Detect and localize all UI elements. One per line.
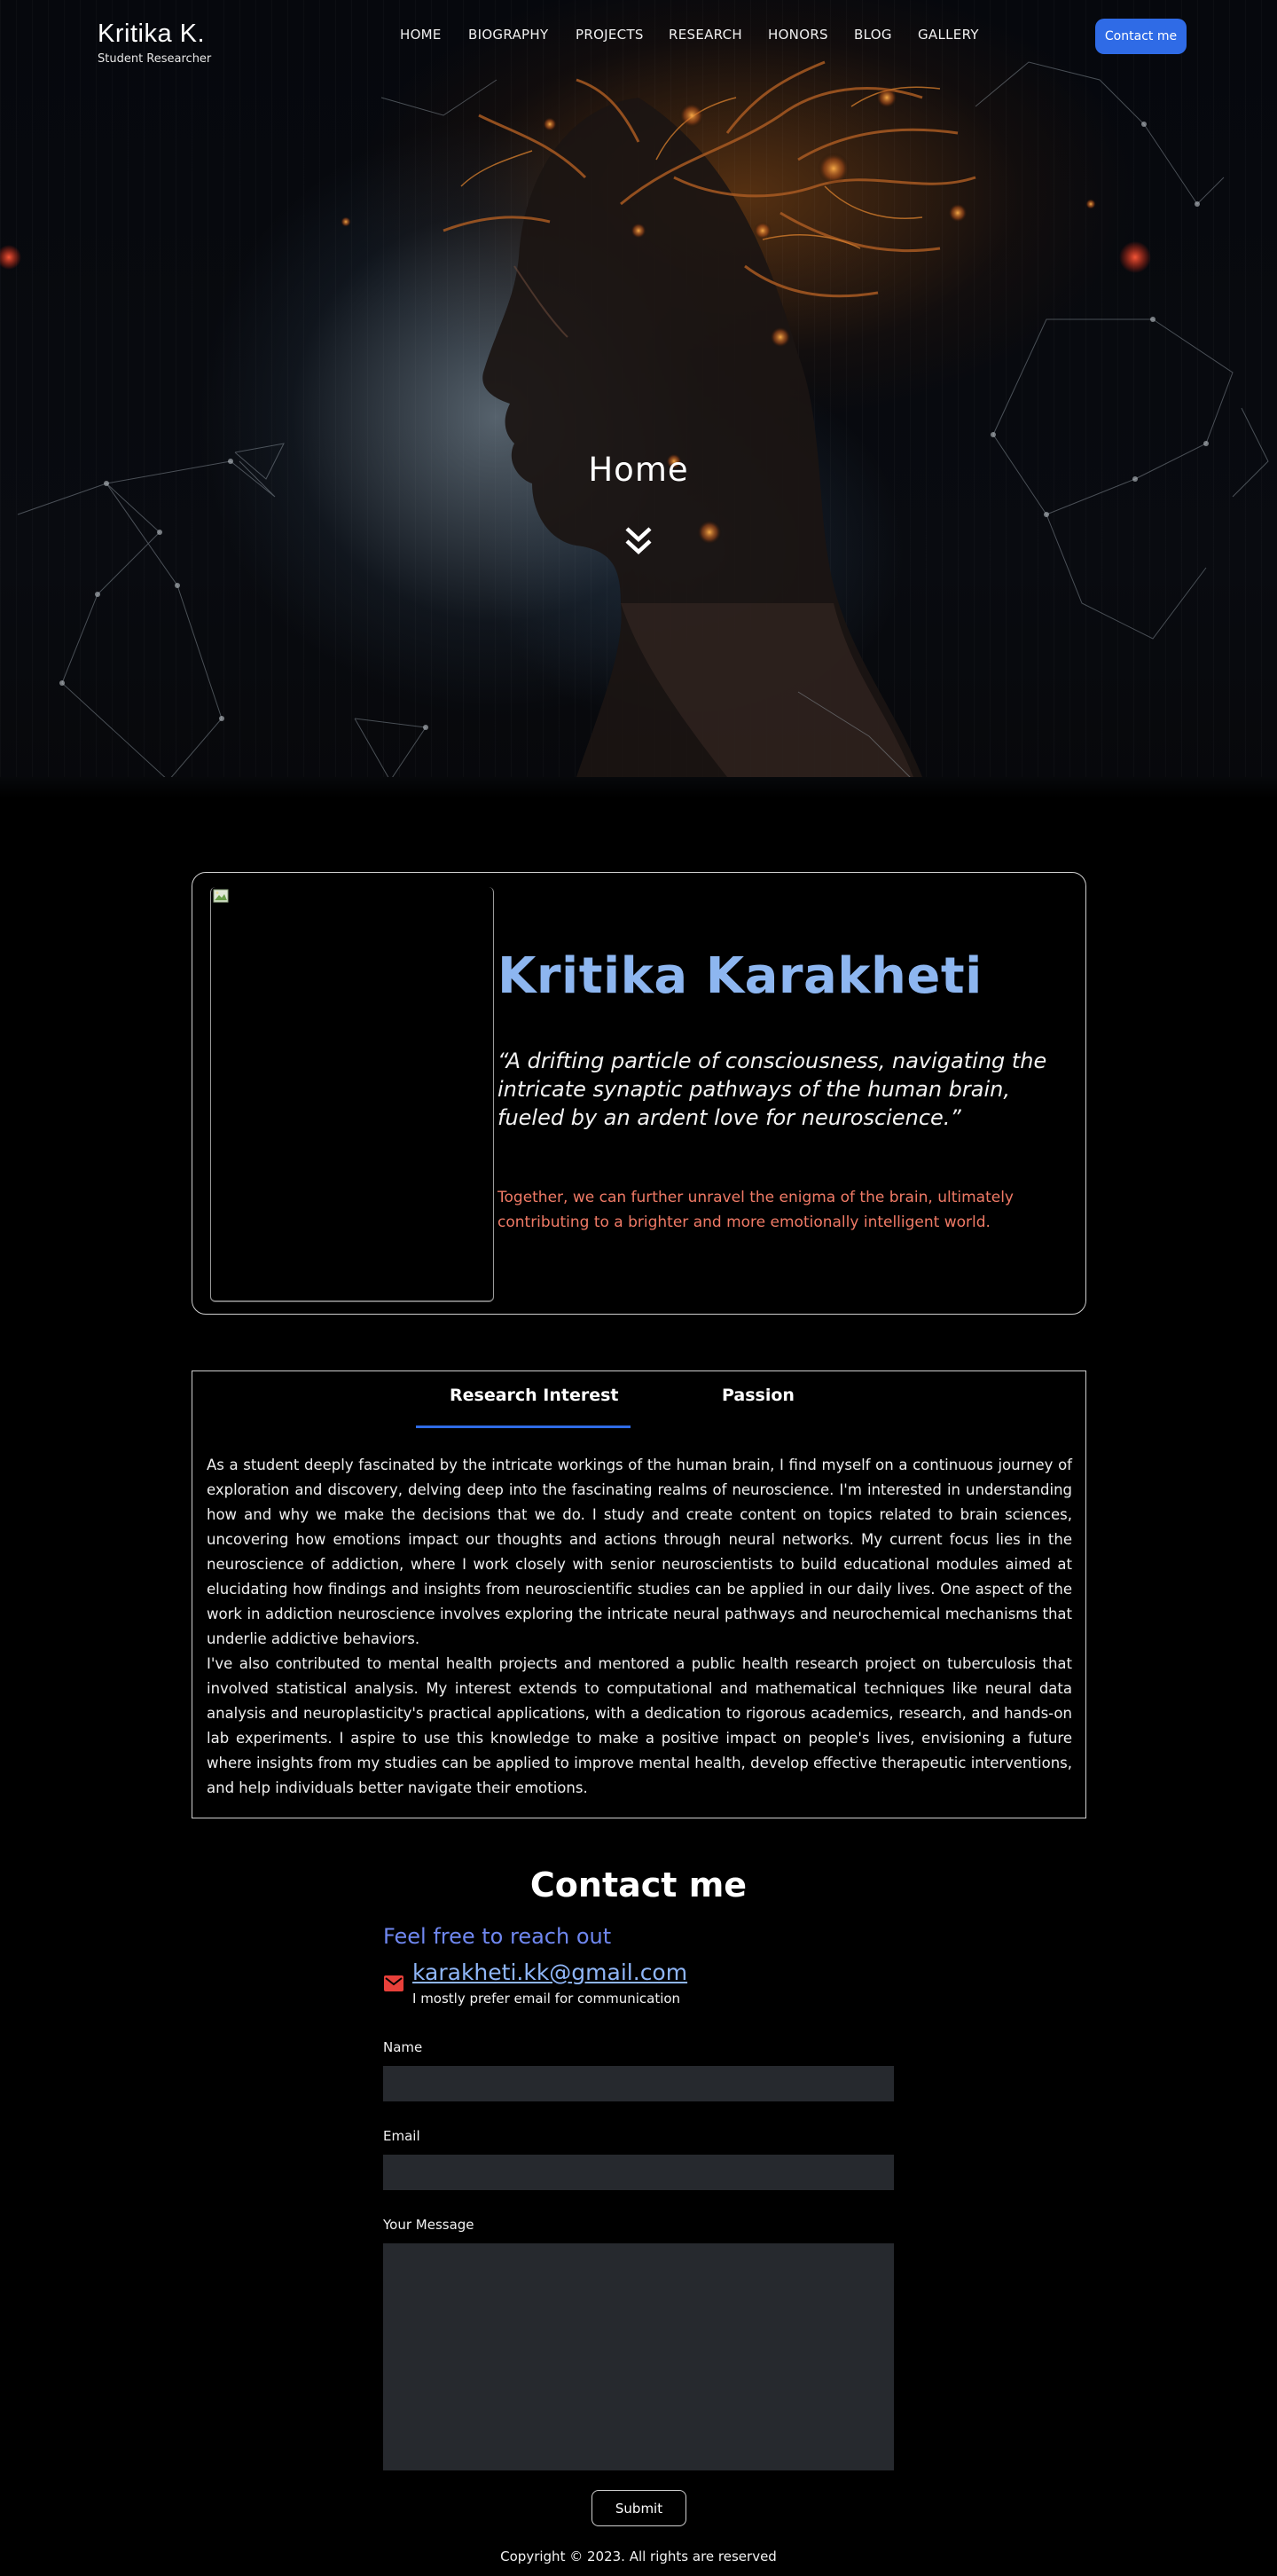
mail-icon [384,1975,403,1991]
tab-passion[interactable]: Passion [722,1386,795,1405]
brand-subtitle: Student Researcher [98,52,212,66]
nav-projects[interactable]: PROJECTS [576,27,644,43]
about-tabs: Research Interest Passion As a student d… [192,1370,1086,1818]
tab-paragraph: As a student deeply fascinated by the in… [207,1457,1072,1647]
contact-subtitle: Feel free to reach out [383,1924,612,1949]
nav-blog[interactable]: BLOG [854,27,892,43]
email-label: Email [383,2128,420,2144]
hero-title: Home [588,451,689,489]
profile-card: Kritika Karakheti “A drifting particle o… [192,872,1086,1315]
contact-title: Contact me [529,1865,748,1905]
email-field[interactable] [383,2155,894,2190]
broken-image-icon [213,889,229,903]
double-chevron-down-icon[interactable] [623,525,654,557]
tab-content: As a student deeply fascinated by the in… [207,1453,1072,1801]
nav-honors[interactable]: HONORS [768,27,828,43]
profile-tagline: Together, we can further unravel the eni… [497,1189,1014,1231]
name-field[interactable] [383,2066,894,2101]
tab-research-interest[interactable]: Research Interest [450,1386,619,1405]
active-tab-indicator [416,1425,631,1428]
copyright: Copyright © 2023. All rights are reserve… [500,2549,777,2564]
hero-banner [0,0,1277,798]
nav-biography[interactable]: BIOGRAPHY [468,27,548,43]
message-field[interactable] [383,2243,894,2470]
profile-name: Kritika Karakheti [497,947,983,1005]
tab-paragraph: I've also contributed to mental health p… [207,1655,1072,1796]
nav-research[interactable]: RESEARCH [669,27,742,43]
contact-me-button[interactable]: Contact me [1095,19,1187,54]
nav-home[interactable]: HOME [400,27,442,43]
profile-photo [210,887,494,1302]
hero-neural-art [0,60,1269,783]
submit-button[interactable]: Submit [591,2490,686,2526]
profile-quote: “A drifting particle of consciousness, n… [497,1048,1047,1130]
name-label: Name [383,2039,423,2055]
contact-note: I mostly prefer email for communication [412,1991,681,2007]
main-nav: HOME BIOGRAPHY PROJECTS RESEARCH HONORS … [0,27,1277,48]
contact-email-link[interactable]: karakheti.kk@gmail.com [412,1959,687,1985]
nav-gallery[interactable]: GALLERY [918,27,979,43]
hero-fade [0,777,1277,798]
message-label: Your Message [383,2217,474,2233]
